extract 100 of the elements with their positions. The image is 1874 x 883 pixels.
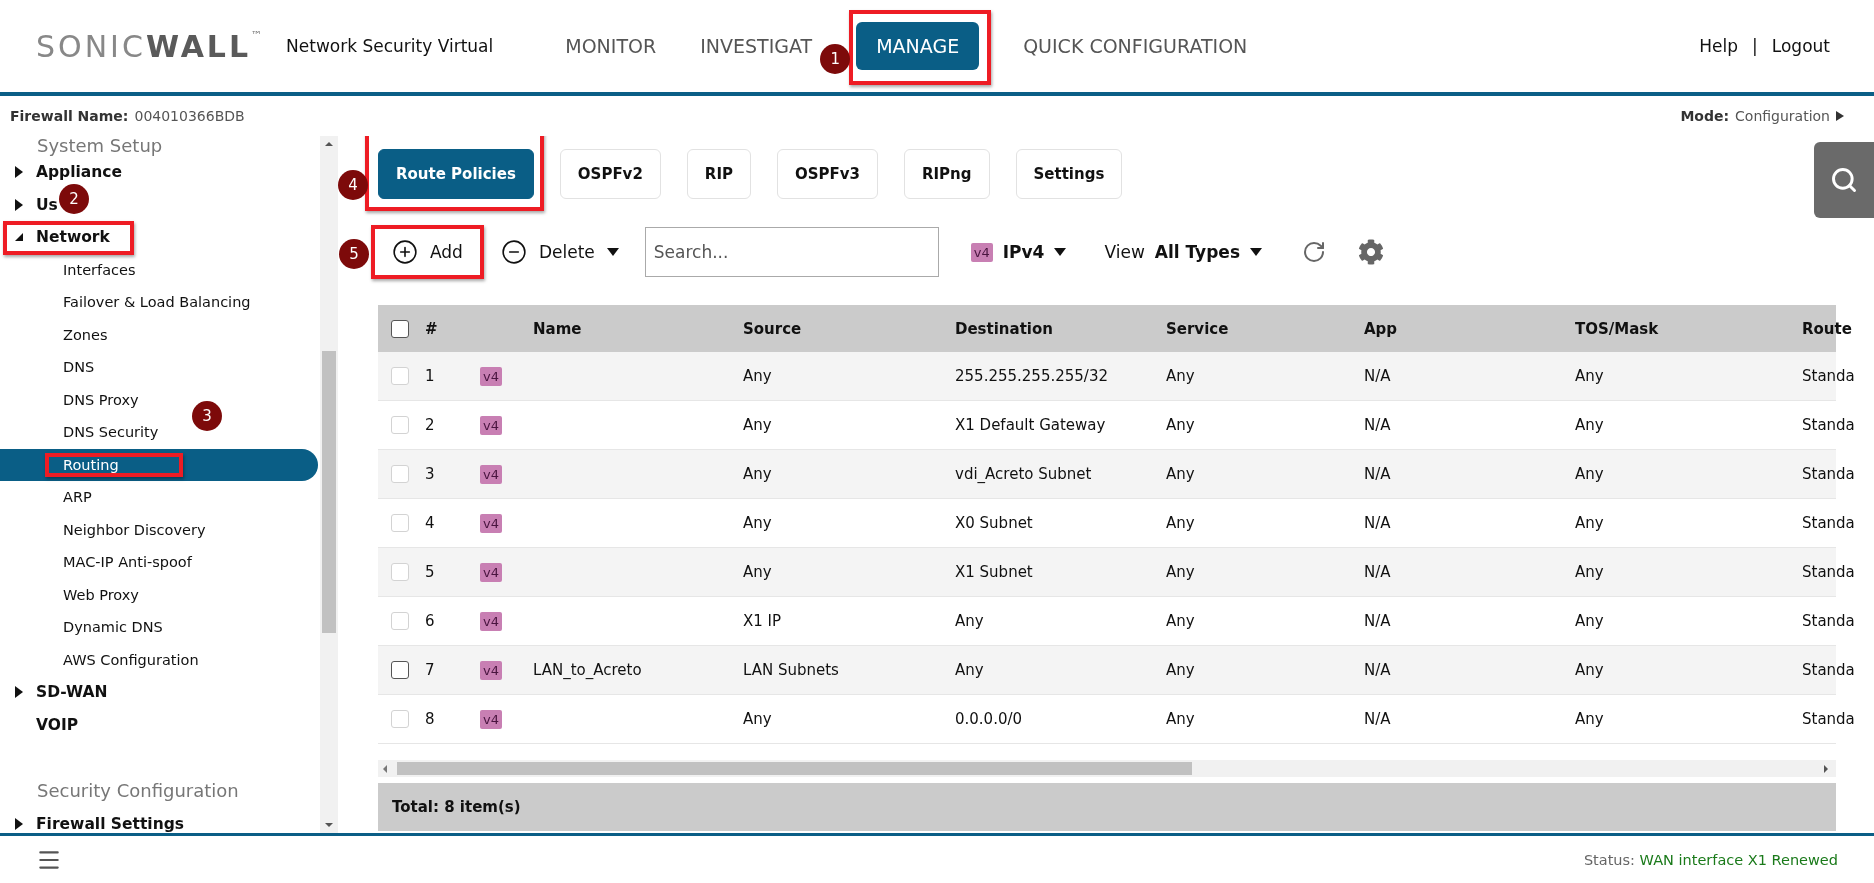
scroll-up-icon[interactable] [324,140,334,148]
sidebar-group[interactable]: Appliance [36,163,122,182]
add-button[interactable]: Add [378,229,477,275]
table-cell-text: N/A [1364,367,1392,385]
column-header[interactable]: Source [743,319,955,338]
caret-icon [1250,248,1262,256]
column-header[interactable]: Name [533,319,743,338]
sidebar-section-title: Security Configuration [36,779,240,803]
column-header[interactable]: Destination [955,319,1166,338]
ipv4-badge: v4 [480,710,502,729]
sidebar-item[interactable]: Neighbor Discovery [0,513,210,546]
status-text: Status: WAN interface X1 Renewed [1583,851,1838,868]
table-cell-text: 8 [425,710,436,728]
table-cell-text: LAN Subnets [743,661,840,679]
sidebar-item[interactable]: DNS [0,351,99,384]
ipv4-badge: v4 [480,612,502,631]
table-cell-text: Any [1166,710,1196,728]
search-field[interactable]: Search... [644,227,939,277]
nav-tab[interactable]: INVESTIGAT [700,35,813,57]
sidebar-item[interactable]: AWS Configuration [0,643,203,676]
sub-tab[interactable]: OSPFv3 [776,149,878,199]
sub-tab[interactable]: Settings [1015,149,1123,199]
scroll-down-icon[interactable] [324,821,334,829]
sidebar-group[interactable]: Us [36,195,58,214]
column-header[interactable]: Service [1166,319,1364,338]
ip-version-dropdown[interactable]: v4 IPv4 [964,241,1073,263]
table-cell-text: Standa [1802,416,1856,434]
sub-tab[interactable]: Route Policies [378,149,534,199]
ipv4-badge: v4 [480,367,502,386]
nav-tab[interactable]: MANAGE [856,22,980,70]
nav-tab[interactable]: QUICK CONFIGURATION [1023,35,1248,57]
table-cell-text: Any [743,367,773,385]
help-link[interactable]: Help [1699,36,1739,56]
nav-tab[interactable]: MONITOR [565,35,657,57]
expand-icon[interactable] [14,166,24,179]
table-cell-text: Any [955,612,985,630]
column-header[interactable]: TOS/Mask [1575,319,1802,338]
mode-label: Mode: [1680,108,1730,124]
expand-icon[interactable] [14,686,24,699]
table-cell-text: 2 [425,416,436,434]
view-dropdown[interactable]: View All Types [1098,241,1268,263]
table-cell-text: Any [1575,563,1605,581]
sidebar-item[interactable]: Failover & Load Balancing [0,286,255,319]
select-all-checkbox[interactable] [391,319,409,338]
table-cell-text: 6 [425,612,436,630]
callout-badge: 3 [192,400,222,431]
row-checkbox[interactable] [391,661,409,679]
table-cell-text: Standa [1802,612,1856,630]
sub-tab[interactable]: RIPng [904,149,990,199]
sidebar-group[interactable]: SD-WAN [36,683,108,702]
table-cell-text: N/A [1364,416,1392,434]
caret-icon [1054,248,1067,256]
sidebar-item[interactable]: Zones [0,318,112,351]
ipv4-badge: v4 [480,416,502,435]
table-cell-text: 255.255.255.255/32 [955,367,1109,385]
table-cell-text: Any [955,661,985,679]
table-cell-text: Standa [1802,710,1856,728]
sidebar-item[interactable]: MAC-IP Anti-spoof [0,546,196,579]
sub-tab[interactable]: RIP [686,149,751,199]
sidebar-group[interactable]: Firewall Settings [36,814,185,833]
vertical-scrollbar[interactable] [320,136,338,833]
table-cell-text: 4 [425,514,436,532]
total-count: Total: 8 item(s) [392,798,521,816]
play-icon [1836,111,1844,121]
scroll-left-icon[interactable] [381,763,389,774]
sidebar-item[interactable]: Interfaces [0,253,140,286]
search-button[interactable] [1814,142,1874,218]
sidebar-item[interactable]: DNS Proxy [0,383,143,416]
sidebar-item[interactable]: ARP [0,481,96,514]
expand-icon[interactable] [14,817,24,830]
horizontal-scrollbar[interactable] [378,760,1836,777]
callout-badge: 5 [339,239,369,269]
delete-button[interactable]: Delete [486,229,633,275]
table-cell-text: Any [1166,612,1196,630]
table-cell-text: X1 Default Gateway [955,416,1107,434]
sidebar-group[interactable]: Network [36,228,110,247]
column-header[interactable]: App [1364,319,1575,338]
sub-tab[interactable]: OSPFv2 [559,149,661,199]
table-cell-text: Any [743,465,773,483]
collapse-icon[interactable] [14,231,24,244]
table-cell-text: Any [1575,367,1605,385]
column-header[interactable]: Route [1802,319,1864,338]
table-cell-text: N/A [1364,465,1392,483]
mode-value[interactable]: Configuration [1735,108,1830,124]
sidebar-item[interactable]: DNS Security [0,416,163,449]
ipv4-badge: v4 [480,514,502,533]
sidebar-group[interactable]: VOIP [36,715,79,734]
sidebar-item[interactable]: Web Proxy [0,578,143,611]
sidebar-section-title: System Setup [36,136,164,156]
table-cell-text: Any [1166,465,1196,483]
table-cell-text: Any [1575,612,1605,630]
expand-icon[interactable] [14,198,24,211]
highlight-frame: Routing [45,452,183,477]
logout-link[interactable]: Logout [1771,36,1830,56]
firewall-name-label: Firewall Name: [10,108,129,124]
table-cell-text: Standa [1802,514,1856,532]
sidebar-item[interactable]: Routing [0,448,318,481]
sidebar-item[interactable]: Dynamic DNS [0,611,167,644]
table-cell-text: LAN_to_Acreto [533,661,643,679]
scroll-right-icon[interactable] [1822,763,1830,774]
